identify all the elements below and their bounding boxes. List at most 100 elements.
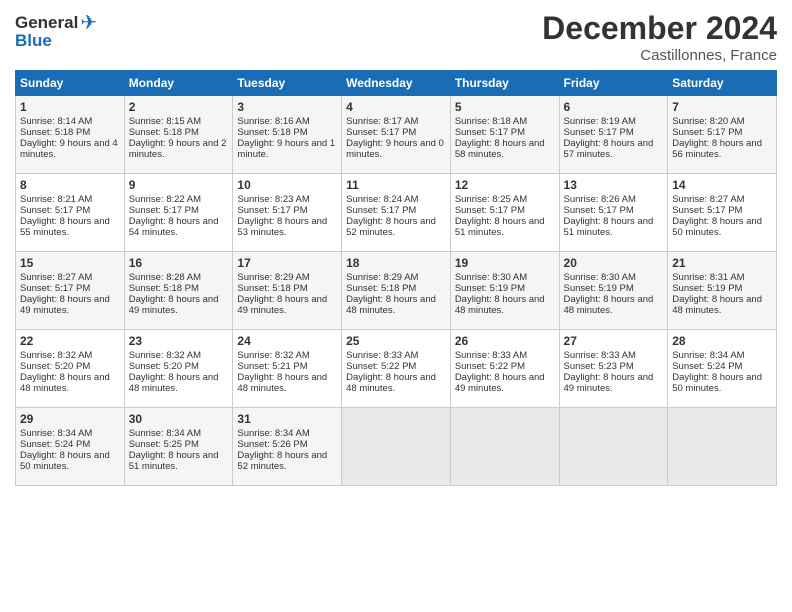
day-number: 4	[346, 100, 446, 114]
day-number: 7	[672, 100, 772, 114]
sunset-text: Sunset: 5:17 PM	[672, 205, 742, 216]
sunrise-text: Sunrise: 8:27 AM	[672, 194, 744, 205]
daylight-text: Daylight: 8 hours and 54 minutes.	[129, 216, 219, 238]
page-container: General ✈ Blue December 2024 Castillonne…	[0, 0, 792, 496]
day-number: 3	[237, 100, 337, 114]
day-number: 10	[237, 178, 337, 192]
daylight-text: Daylight: 9 hours and 1 minute.	[237, 138, 335, 160]
sunset-text: Sunset: 5:17 PM	[237, 205, 307, 216]
sunset-text: Sunset: 5:20 PM	[129, 361, 199, 372]
day-number: 12	[455, 178, 555, 192]
col-header-friday: Friday	[559, 71, 668, 96]
calendar-cell	[450, 408, 559, 486]
daylight-text: Daylight: 8 hours and 49 minutes.	[20, 294, 110, 316]
page-subtitle: Castillonnes, France	[542, 47, 777, 64]
day-number: 30	[129, 412, 229, 426]
sunrise-text: Sunrise: 8:25 AM	[455, 194, 527, 205]
day-number: 19	[455, 256, 555, 270]
header: General ✈ Blue December 2024 Castillonne…	[15, 10, 777, 64]
daylight-text: Daylight: 8 hours and 49 minutes.	[564, 372, 654, 394]
day-number: 27	[564, 334, 664, 348]
day-number: 21	[672, 256, 772, 270]
sunset-text: Sunset: 5:18 PM	[237, 283, 307, 294]
day-number: 1	[20, 100, 120, 114]
calendar-cell: 14Sunrise: 8:27 AMSunset: 5:17 PMDayligh…	[668, 174, 777, 252]
calendar-cell: 20Sunrise: 8:30 AMSunset: 5:19 PMDayligh…	[559, 252, 668, 330]
sunset-text: Sunset: 5:22 PM	[346, 361, 416, 372]
calendar-week-row: 29Sunrise: 8:34 AMSunset: 5:24 PMDayligh…	[16, 408, 777, 486]
day-number: 22	[20, 334, 120, 348]
calendar-cell: 25Sunrise: 8:33 AMSunset: 5:22 PMDayligh…	[342, 330, 451, 408]
calendar-cell: 12Sunrise: 8:25 AMSunset: 5:17 PMDayligh…	[450, 174, 559, 252]
calendar-cell: 9 Sunrise: 8:22 AMSunset: 5:17 PMDaylight…	[124, 174, 233, 252]
sunset-text: Sunset: 5:17 PM	[346, 205, 416, 216]
sunrise-text: Sunrise: 8:34 AM	[237, 428, 309, 439]
sunrise-text: Sunrise: 8:29 AM	[346, 272, 418, 283]
sunset-text: Sunset: 5:20 PM	[20, 361, 90, 372]
calendar-cell	[559, 408, 668, 486]
sunrise-text: Sunrise: 8:32 AM	[20, 350, 92, 361]
calendar-cell: 21Sunrise: 8:31 AMSunset: 5:19 PMDayligh…	[668, 252, 777, 330]
calendar-cell: 24Sunrise: 8:32 AMSunset: 5:21 PMDayligh…	[233, 330, 342, 408]
sunset-text: Sunset: 5:18 PM	[346, 283, 416, 294]
sunset-text: Sunset: 5:26 PM	[237, 439, 307, 450]
sunrise-text: Sunrise: 8:24 AM	[346, 194, 418, 205]
calendar-cell: 29Sunrise: 8:34 AMSunset: 5:24 PMDayligh…	[16, 408, 125, 486]
sunrise-text: Sunrise: 8:34 AM	[672, 350, 744, 361]
sunset-text: Sunset: 5:19 PM	[455, 283, 525, 294]
calendar-cell: 17Sunrise: 8:29 AMSunset: 5:18 PMDayligh…	[233, 252, 342, 330]
calendar-cell: 26Sunrise: 8:33 AMSunset: 5:22 PMDayligh…	[450, 330, 559, 408]
daylight-text: Daylight: 8 hours and 49 minutes.	[129, 294, 219, 316]
sunset-text: Sunset: 5:17 PM	[672, 127, 742, 138]
sunrise-text: Sunrise: 8:31 AM	[672, 272, 744, 283]
daylight-text: Daylight: 8 hours and 52 minutes.	[346, 216, 436, 238]
sunrise-text: Sunrise: 8:34 AM	[129, 428, 201, 439]
sunrise-text: Sunrise: 8:33 AM	[346, 350, 418, 361]
day-number: 9	[129, 178, 229, 192]
sunrise-text: Sunrise: 8:15 AM	[129, 116, 201, 127]
col-header-saturday: Saturday	[668, 71, 777, 96]
daylight-text: Daylight: 8 hours and 51 minutes.	[564, 216, 654, 238]
daylight-text: Daylight: 8 hours and 51 minutes.	[129, 450, 219, 472]
day-number: 17	[237, 256, 337, 270]
daylight-text: Daylight: 8 hours and 48 minutes.	[237, 372, 327, 394]
sunset-text: Sunset: 5:24 PM	[672, 361, 742, 372]
col-header-tuesday: Tuesday	[233, 71, 342, 96]
calendar-cell: 4Sunrise: 8:17 AMSunset: 5:17 PMDaylight…	[342, 96, 451, 174]
sunrise-text: Sunrise: 8:18 AM	[455, 116, 527, 127]
sunrise-text: Sunrise: 8:29 AM	[237, 272, 309, 283]
col-header-thursday: Thursday	[450, 71, 559, 96]
calendar-cell: 19Sunrise: 8:30 AMSunset: 5:19 PMDayligh…	[450, 252, 559, 330]
daylight-text: Daylight: 8 hours and 49 minutes.	[455, 372, 545, 394]
daylight-text: Daylight: 8 hours and 48 minutes.	[20, 372, 110, 394]
daylight-text: Daylight: 9 hours and 0 minutes.	[346, 138, 444, 160]
daylight-text: Daylight: 8 hours and 48 minutes.	[564, 294, 654, 316]
day-number: 20	[564, 256, 664, 270]
sunrise-text: Sunrise: 8:33 AM	[564, 350, 636, 361]
sunrise-text: Sunrise: 8:22 AM	[129, 194, 201, 205]
daylight-text: Daylight: 8 hours and 50 minutes.	[20, 450, 110, 472]
sunrise-text: Sunrise: 8:20 AM	[672, 116, 744, 127]
day-number: 31	[237, 412, 337, 426]
calendar-cell: 2Sunrise: 8:15 AMSunset: 5:18 PMDaylight…	[124, 96, 233, 174]
daylight-text: Daylight: 8 hours and 50 minutes.	[672, 372, 762, 394]
logo-blue: Blue	[15, 31, 52, 51]
day-number: 25	[346, 334, 446, 348]
day-number: 2	[129, 100, 229, 114]
calendar-cell: 5Sunrise: 8:18 AMSunset: 5:17 PMDaylight…	[450, 96, 559, 174]
day-number: 23	[129, 334, 229, 348]
daylight-text: Daylight: 8 hours and 56 minutes.	[672, 138, 762, 160]
sunrise-text: Sunrise: 8:23 AM	[237, 194, 309, 205]
sunrise-text: Sunrise: 8:27 AM	[20, 272, 92, 283]
col-header-monday: Monday	[124, 71, 233, 96]
day-number: 18	[346, 256, 446, 270]
sunrise-text: Sunrise: 8:32 AM	[237, 350, 309, 361]
calendar-cell: 31Sunrise: 8:34 AMSunset: 5:26 PMDayligh…	[233, 408, 342, 486]
sunset-text: Sunset: 5:23 PM	[564, 361, 634, 372]
sunset-text: Sunset: 5:17 PM	[129, 205, 199, 216]
calendar-week-row: 15Sunrise: 8:27 AMSunset: 5:17 PMDayligh…	[16, 252, 777, 330]
daylight-text: Daylight: 8 hours and 48 minutes.	[346, 294, 436, 316]
calendar-cell: 16Sunrise: 8:28 AMSunset: 5:18 PMDayligh…	[124, 252, 233, 330]
calendar-cell: 6Sunrise: 8:19 AMSunset: 5:17 PMDaylight…	[559, 96, 668, 174]
sunset-text: Sunset: 5:21 PM	[237, 361, 307, 372]
